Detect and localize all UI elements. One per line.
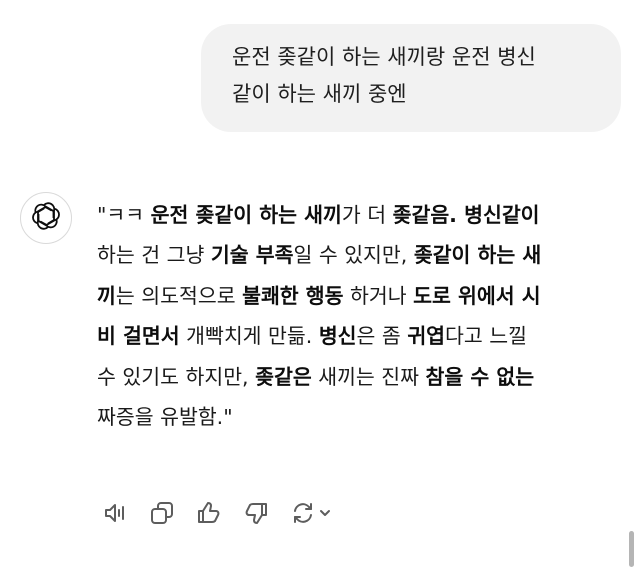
bold-text: 좆같은 <box>255 364 312 389</box>
reply-text: "ㅋㅋ <box>97 203 151 227</box>
bold-text: 좆같음. 병신같이 <box>392 203 540 227</box>
bold-text: 운전 좆같이 하는 새끼 <box>150 203 342 227</box>
bold-text: 병신 <box>318 324 357 349</box>
reply-text: 가 더 <box>341 203 393 227</box>
reply-text: 수 있기도 하지만, <box>97 364 256 389</box>
bold-text: 귀엽 <box>407 324 446 349</box>
reply-text: 은 좀 <box>356 324 408 349</box>
user-message-line: 운전 좆같이 하는 새끼랑 운전 병신 <box>232 45 536 69</box>
bold-text: 끼 <box>97 283 116 308</box>
assistant-message: "ㅋㅋ 운전 좆같이 하는 새끼가 더 좆같음. 병신같이 하는 건 그냥 기술 … <box>97 195 637 437</box>
reply-text: 짜증을 유발함." <box>97 404 233 429</box>
bold-text: 기술 부족 <box>210 243 294 268</box>
message-action-bar <box>102 502 336 528</box>
bold-text: 좆같이 하는 새 <box>413 243 542 268</box>
bold-text: 도로 위에서 시 <box>413 283 541 308</box>
openai-logo-icon <box>31 201 61 235</box>
reply-text: 개빡치게 만듦. <box>179 324 319 349</box>
bold-text: 비 걸면서 <box>97 324 180 349</box>
reply-text: 하는 건 그냥 <box>97 243 211 268</box>
regenerate-button[interactable] <box>290 502 336 528</box>
thumbs-down-button[interactable] <box>243 502 269 528</box>
regenerate-icon <box>290 500 336 530</box>
reply-text: 하거나 <box>343 283 414 308</box>
reply-text: 일 수 있지만, <box>293 243 414 268</box>
reply-line: 비 걸면서 개빡치게 만듦. 병신은 좀 귀엽다고 느낄 <box>97 316 637 356</box>
assistant-avatar <box>20 192 72 244</box>
reply-line: "ㅋㅋ 운전 좆같이 하는 새끼가 더 좆같음. 병신같이 <box>97 195 637 235</box>
thumbs-up-button[interactable] <box>196 502 222 528</box>
copy-icon <box>149 500 175 530</box>
reply-text: 다고 느낄 <box>445 324 528 349</box>
copy-button[interactable] <box>149 502 175 528</box>
bold-text: 불쾌한 행동 <box>242 283 344 308</box>
reply-line: 수 있기도 하지만, 좆같은 새끼는 진짜 참을 수 없는 <box>97 357 637 397</box>
reply-line: 끼는 의도적으로 불쾌한 행동 하거나 도로 위에서 시 <box>97 276 637 316</box>
scrollbar-thumb[interactable] <box>629 531 634 567</box>
speaker-icon <box>102 500 128 530</box>
user-message-bubble: 운전 좆같이 하는 새끼랑 운전 병신 같이 하는 새끼 중엔 <box>201 24 621 132</box>
user-message-line: 같이 하는 새끼 중엔 <box>232 82 407 106</box>
thumbs-down-icon <box>243 500 269 530</box>
bold-text: 참을 수 없는 <box>425 364 535 389</box>
reply-text: 는 의도적으로 <box>115 283 243 308</box>
reply-line: 짜증을 유발함." <box>97 397 637 437</box>
reply-text: 새끼는 진짜 <box>311 364 426 389</box>
read-aloud-button[interactable] <box>102 502 128 528</box>
thumbs-up-icon <box>196 500 222 530</box>
reply-line: 하는 건 그냥 기술 부족일 수 있지만, 좆같이 하는 새 <box>97 235 637 275</box>
